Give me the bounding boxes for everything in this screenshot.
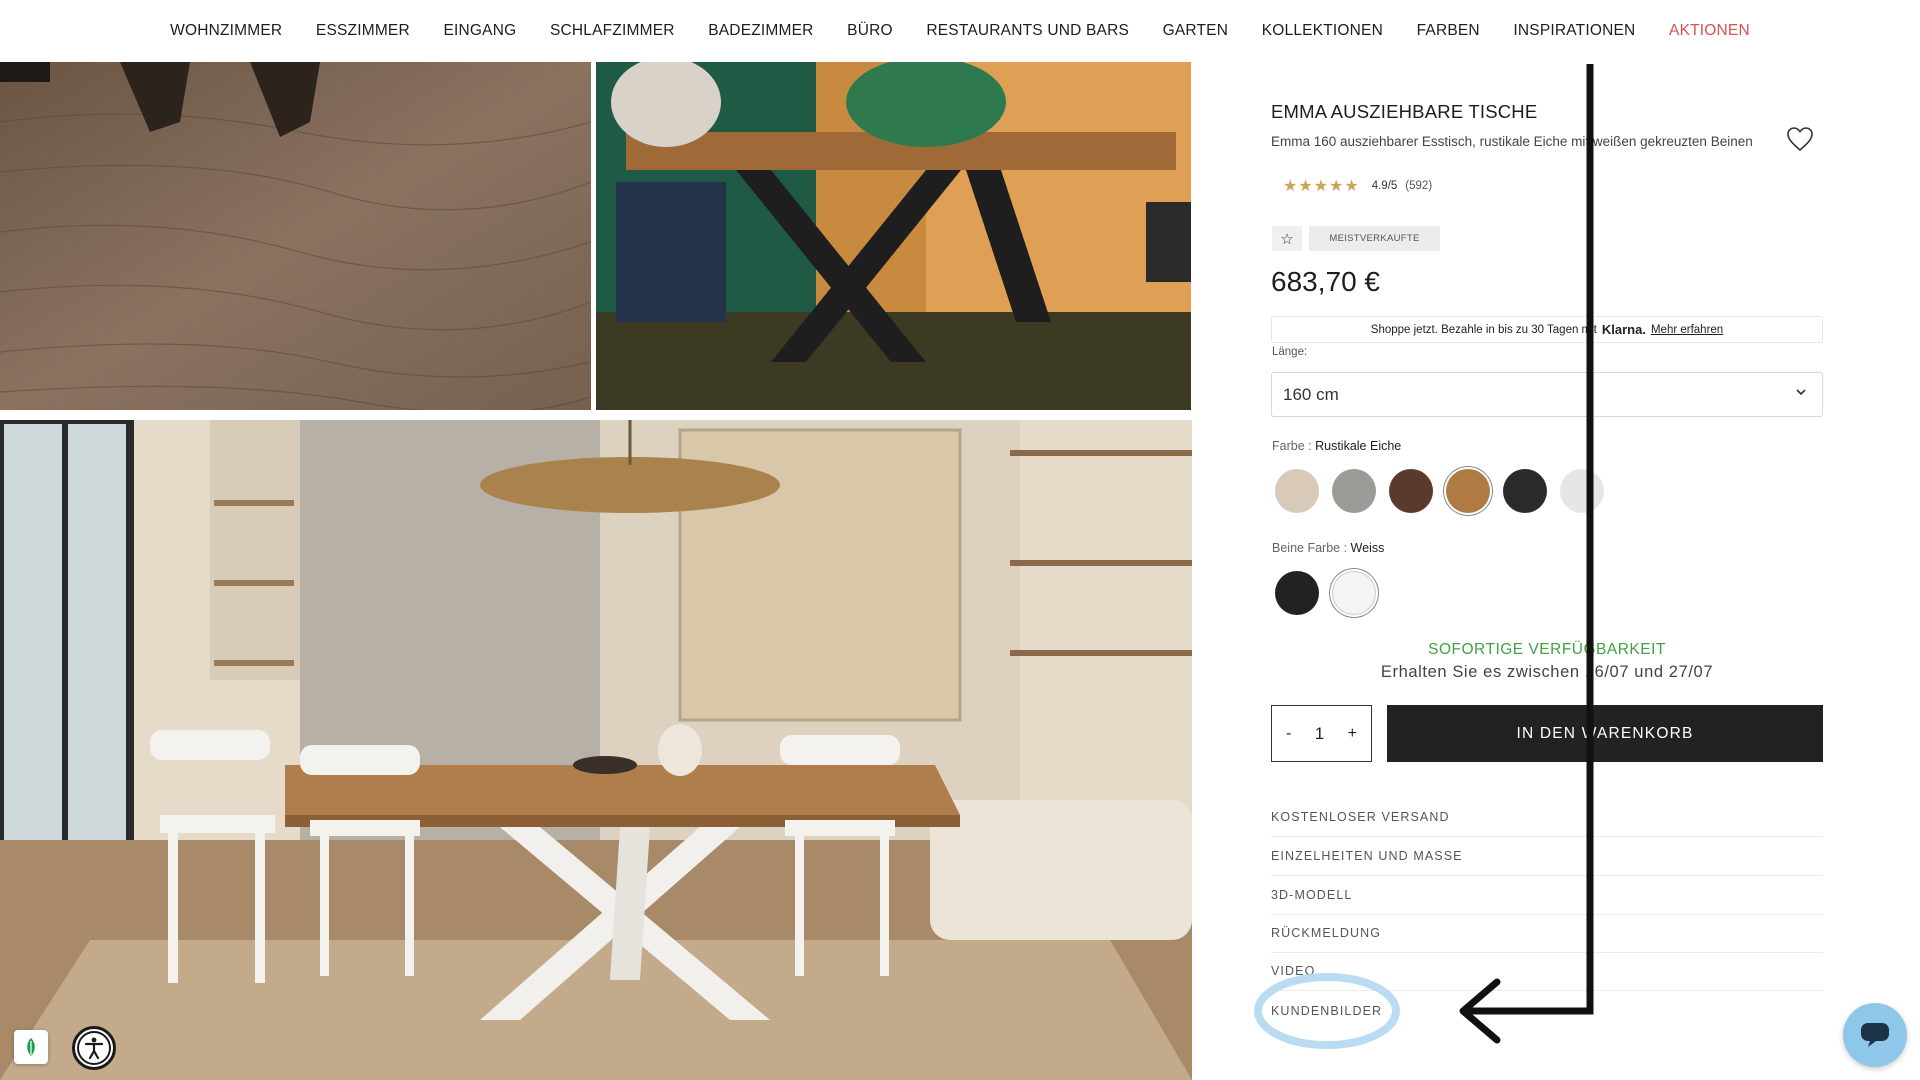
nav-item-inspirationen[interactable]: INSPIRATIONEN xyxy=(1497,21,1653,41)
nav-item-schlafzimmer[interactable]: SCHLAFZIMMER xyxy=(533,21,691,41)
nav-item-kollektionen[interactable]: KOLLEKTIONEN xyxy=(1245,21,1400,41)
product-price: 683,70 € xyxy=(1271,266,1380,297)
rating-score: 4.9/5 xyxy=(1371,180,1398,192)
accessibility-icon xyxy=(77,1031,111,1065)
nav-list: WOHNZIMMER ESSZIMMER EINGANG SCHLAFZIMME… xyxy=(0,22,1920,51)
nav-item-garten[interactable]: GARTEN xyxy=(1146,21,1245,41)
leg-color-label: Beine Farbe : Weiss xyxy=(1272,541,1384,555)
product-image-room-scene[interactable] xyxy=(0,420,1192,1080)
product-image-dining-scene[interactable] xyxy=(596,62,1191,410)
color-swatch[interactable] xyxy=(1389,469,1433,513)
delivery-estimate: Erhalten Sie es zwischen 16/07 und 27/07 xyxy=(1380,663,1714,681)
top-navigation: WOHNZIMMER ESSZIMMER EINGANG SCHLAFZIMME… xyxy=(0,0,1920,62)
nav-item-aktionen[interactable]: AKTIONEN xyxy=(1652,21,1766,41)
nav-item-wohnzimmer[interactable]: WOHNZIMMER xyxy=(153,21,299,41)
nav-item-badezimmer[interactable]: BADEZIMMER xyxy=(691,21,830,41)
length-select[interactable]: 160 cm xyxy=(1271,372,1823,417)
cookie-consent-widget[interactable] xyxy=(14,1030,48,1064)
chevron-down-icon xyxy=(1796,389,1806,396)
availability-status: SOFORTIGE VERFÜGBARKEIT xyxy=(1428,641,1666,658)
quantity-increase-button[interactable]: + xyxy=(1348,725,1357,743)
nav-item-buero[interactable]: BÜRO xyxy=(830,21,909,41)
product-subtitle: Emma 160 ausziehbarer Esstisch, rustikal… xyxy=(1271,134,1753,149)
klarna-text: Shoppe jetzt. Bezahle in bis zu 30 Tagen… xyxy=(1370,323,1597,336)
product-title: EMMA AUSZIEHBARE TISCHE xyxy=(1271,101,1538,122)
color-swatch[interactable] xyxy=(1332,469,1376,513)
klarna-learn-more-link[interactable]: Mehr erfahren xyxy=(1651,324,1723,336)
nav-item-eingang[interactable]: EINGANG xyxy=(427,21,533,41)
leg-color-swatch[interactable] xyxy=(1332,571,1376,615)
accordion-shipping[interactable]: KOSTENLOSER VERSAND xyxy=(1271,798,1823,837)
length-label: Länge: xyxy=(1272,346,1308,358)
nav-item-farben[interactable]: FARBEN xyxy=(1400,21,1497,41)
accordion-video[interactable]: VIDEO xyxy=(1271,952,1823,991)
bestseller-badge: MEISTVERKAUFTE xyxy=(1309,226,1440,251)
accessibility-button[interactable] xyxy=(72,1026,116,1070)
chat-button[interactable] xyxy=(1843,1003,1907,1067)
star-icon: ☆ xyxy=(1272,226,1302,251)
accordion-details[interactable]: EINZELHEITEN UND MASSE xyxy=(1271,837,1823,876)
leg-color-label-text: Beine Farbe : xyxy=(1272,541,1348,555)
nav-item-restaurants[interactable]: RESTAURANTS UND BARS xyxy=(910,21,1146,41)
rating-stars: ★★★★★ xyxy=(1283,178,1360,195)
accordion-reviews[interactable]: RÜCKMELDUNG xyxy=(1271,914,1823,953)
wishlist-heart-icon[interactable] xyxy=(1786,126,1814,152)
color-label-text: Farbe : xyxy=(1272,439,1312,453)
leaf-icon xyxy=(27,1038,35,1056)
color-swatch[interactable] xyxy=(1503,469,1547,513)
klarna-banner: Shoppe jetzt. Bezahle in bis zu 30 Tagen… xyxy=(1271,316,1823,343)
color-selected-value: Rustikale Eiche xyxy=(1315,439,1402,453)
length-selected-value: 160 cm xyxy=(1283,384,1339,404)
klarna-logo: Klarna. xyxy=(1601,322,1646,337)
color-swatch[interactable] xyxy=(1446,469,1490,513)
nav-item-esszimmer[interactable]: ESSZIMMER xyxy=(299,21,427,41)
product-image-wood-detail[interactable] xyxy=(0,62,591,410)
rating-count: (592) xyxy=(1405,180,1433,192)
accordion-customer-photos[interactable]: KUNDENBILDER xyxy=(1271,991,1823,1030)
quantity-stepper: - 1 + xyxy=(1271,705,1372,762)
leg-color-swatch[interactable] xyxy=(1275,571,1319,615)
add-to-cart-button[interactable]: IN DEN WARENKORB xyxy=(1387,705,1823,762)
color-swatch[interactable] xyxy=(1560,469,1604,513)
leg-color-selected-value: Weiss xyxy=(1350,541,1385,555)
chat-bubble-icon xyxy=(1861,1023,1889,1047)
color-swatch[interactable] xyxy=(1275,469,1319,513)
color-label: Farbe : Rustikale Eiche xyxy=(1272,439,1401,453)
accordion-3d-model[interactable]: 3D-MODELL xyxy=(1271,876,1823,915)
quantity-decrease-button[interactable]: - xyxy=(1286,725,1291,743)
quantity-value[interactable]: 1 xyxy=(1315,724,1324,744)
product-rating[interactable]: ★★★★★ 4.9/5 (592) xyxy=(1283,176,1432,196)
